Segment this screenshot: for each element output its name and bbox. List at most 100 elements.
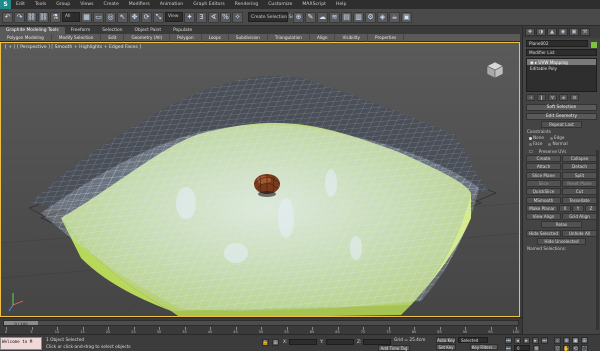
select-by-name-icon[interactable]: ▭ (93, 11, 104, 23)
ribbon-panel-visibility[interactable]: Visibility (335, 33, 369, 42)
snap-toggle-icon[interactable]: 3 (196, 11, 207, 23)
ref-coord-dropdown[interactable]: View (165, 11, 183, 22)
menu-tools[interactable]: Tools (30, 2, 51, 7)
planar-x-button[interactable]: X (559, 205, 571, 212)
render-icon[interactable]: ☕ (389, 11, 400, 23)
grid-align-button[interactable]: Grid Align (562, 213, 597, 220)
ribbon-panel-loops[interactable]: Loops (202, 33, 229, 42)
pan-icon[interactable]: ✋ (563, 345, 570, 351)
zoom-icon[interactable]: ⌕ (554, 337, 561, 344)
menu-edit[interactable]: Edit (11, 2, 30, 7)
show-end-result-icon[interactable]: ‖ (537, 94, 546, 101)
go-to-start-icon[interactable]: ⏮ (505, 337, 512, 344)
filter-dropdown[interactable]: All (62, 11, 80, 22)
bind-space-warp-icon[interactable]: ⚗ (50, 11, 61, 23)
ribbon-panel-polygon-modeling[interactable]: Polygon Modeling (0, 33, 52, 42)
material-editor-icon[interactable]: ▥ (353, 11, 364, 23)
preserve-uvs-checkbox[interactable]: ☐ Preserve UVs (529, 149, 594, 154)
named-selection-dropdown[interactable]: Create Selection Se (248, 12, 294, 22)
menu-animation[interactable]: Animation (155, 2, 188, 7)
angle-snap-icon[interactable]: ∢ (208, 11, 219, 23)
scale-icon[interactable]: ⤡ (153, 11, 164, 23)
selected-dropdown[interactable]: Selected (458, 337, 488, 343)
cut-button[interactable]: Cut (562, 188, 597, 195)
zoom-extents-all-icon[interactable]: ⊞ (581, 337, 588, 344)
menu-rendering[interactable]: Rendering (230, 2, 263, 7)
scene-render[interactable] (1, 43, 520, 317)
rect-region-icon[interactable]: ◎ (105, 11, 116, 23)
play-icon[interactable]: ▸ (523, 337, 530, 344)
redo-icon[interactable]: ↷ (14, 11, 25, 23)
object-color-swatch[interactable] (591, 42, 597, 48)
pivot-icon[interactable]: ✦ (184, 11, 195, 23)
spinner-snap-icon[interactable]: ✧ (232, 11, 243, 23)
menu-help[interactable]: Help (331, 2, 351, 7)
set-key-button[interactable]: Set Key (436, 344, 456, 350)
y-coord-field[interactable] (326, 339, 354, 345)
x-coord-field[interactable] (289, 339, 317, 345)
lock-icon[interactable]: 🔒 (262, 339, 269, 346)
ribbon-panel-properties[interactable]: Properties (368, 33, 405, 42)
configure-sets-icon[interactable]: ☰ (570, 94, 579, 101)
slice-button[interactable]: Slice (526, 180, 561, 187)
viewport-label[interactable]: [ + ] [ Perspective ] [ Smooth + Highlig… (5, 45, 141, 50)
constraint-face-radio[interactable]: Face (529, 141, 542, 146)
modifier-stack[interactable]: ◉ ▸ UVW Mapping Editable Poly (526, 58, 597, 92)
make-unique-icon[interactable]: ∀ (548, 94, 557, 101)
ribbon-panel-geometry-all-[interactable]: Geometry (All) (124, 33, 171, 42)
align-icon[interactable]: ✎ (305, 11, 316, 23)
orbit-icon[interactable]: ⟲ (572, 345, 579, 351)
add-time-tag-button[interactable]: Add Time Tag (378, 345, 410, 351)
zoom-extents-icon[interactable]: ▣ (572, 337, 579, 344)
constraint-none-radio[interactable]: None (529, 135, 544, 140)
next-frame-icon[interactable]: ▸ (532, 337, 539, 344)
time-slider-thumb[interactable]: 0 / 100 (4, 321, 38, 326)
ribbon-panel-triangulation[interactable]: Triangulation (268, 33, 310, 42)
timeline-ruler[interactable]: 0 5 10 15 20 25 30 35 40 45 50 55 60 65 70 75 80 85 90 95 10… (3, 327, 519, 334)
collapse-button[interactable]: Collapse (562, 155, 597, 162)
attach-button[interactable]: Attach (526, 163, 561, 170)
curve-editor-icon[interactable]: ≋ (329, 11, 340, 23)
select-object-icon[interactable]: ▦ (81, 11, 92, 23)
undo-icon[interactable]: ↶ (2, 11, 13, 23)
schematic-icon[interactable]: ▤ (341, 11, 352, 23)
move-icon[interactable]: ✥ (129, 11, 140, 23)
detach-button[interactable]: Detach (562, 163, 597, 170)
hide-selected-button[interactable]: Hide Selected (526, 230, 561, 237)
menu-customize[interactable]: Customize (263, 2, 297, 7)
tab-modify-icon[interactable]: ◑ (536, 28, 546, 36)
hide-unselected-button[interactable]: Hide Unselected (537, 238, 586, 245)
mirror-icon[interactable]: ⊕ (293, 11, 304, 23)
menu-modifiers[interactable]: Modifiers (124, 2, 155, 7)
constraint-normal-radio[interactable]: Normal (548, 141, 568, 146)
go-to-end-icon[interactable]: ⏭ (541, 337, 548, 344)
soft-selection-rollout[interactable]: Soft Selection (526, 104, 597, 111)
zoom-all-icon[interactable]: ⊕ (563, 337, 570, 344)
rendered-frame-icon[interactable]: ◈ (377, 11, 388, 23)
current-frame-field[interactable]: 0 (514, 345, 530, 351)
ribbon-panel-polygon[interactable]: Polygon (170, 33, 202, 42)
auto-key-button[interactable]: Auto Key (436, 337, 456, 343)
view-align-button[interactable]: View Align (526, 213, 561, 220)
field-of-view-icon[interactable]: ▽ (554, 345, 561, 351)
absolute-mode-icon[interactable]: ⊞ (272, 339, 279, 346)
window-crossing-icon[interactable]: ↖ (117, 11, 128, 23)
percent-snap-icon[interactable]: % (220, 11, 231, 23)
link-icon[interactable]: ⛓ (26, 11, 37, 23)
planar-y-button[interactable]: Y (572, 205, 584, 212)
modifier-list-dropdown[interactable]: Modifier List (526, 49, 597, 56)
msmooth-button[interactable]: MSmooth (526, 197, 561, 204)
render-iterative-icon[interactable]: ▣ (401, 11, 412, 23)
prev-frame-icon[interactable]: ◂ (514, 337, 521, 344)
render-setup-icon[interactable]: ⚙ (365, 11, 376, 23)
repeat-last-button[interactable]: Repeat Last (541, 121, 582, 128)
time-slider[interactable]: 0 / 100 (3, 320, 519, 326)
quickslice-button[interactable]: QuickSlice (526, 188, 561, 195)
key-mode-icon[interactable]: ⊷ (505, 345, 512, 351)
pin-stack-icon[interactable]: ⊣ (526, 94, 535, 101)
unhide-all-button[interactable]: Unhide All (562, 230, 597, 237)
relax-button[interactable]: Relax (541, 221, 582, 228)
viewcube-icon[interactable] (483, 59, 505, 81)
command-panel-scrollbar[interactable] (596, 150, 599, 330)
menu-create[interactable]: Create (99, 2, 124, 7)
